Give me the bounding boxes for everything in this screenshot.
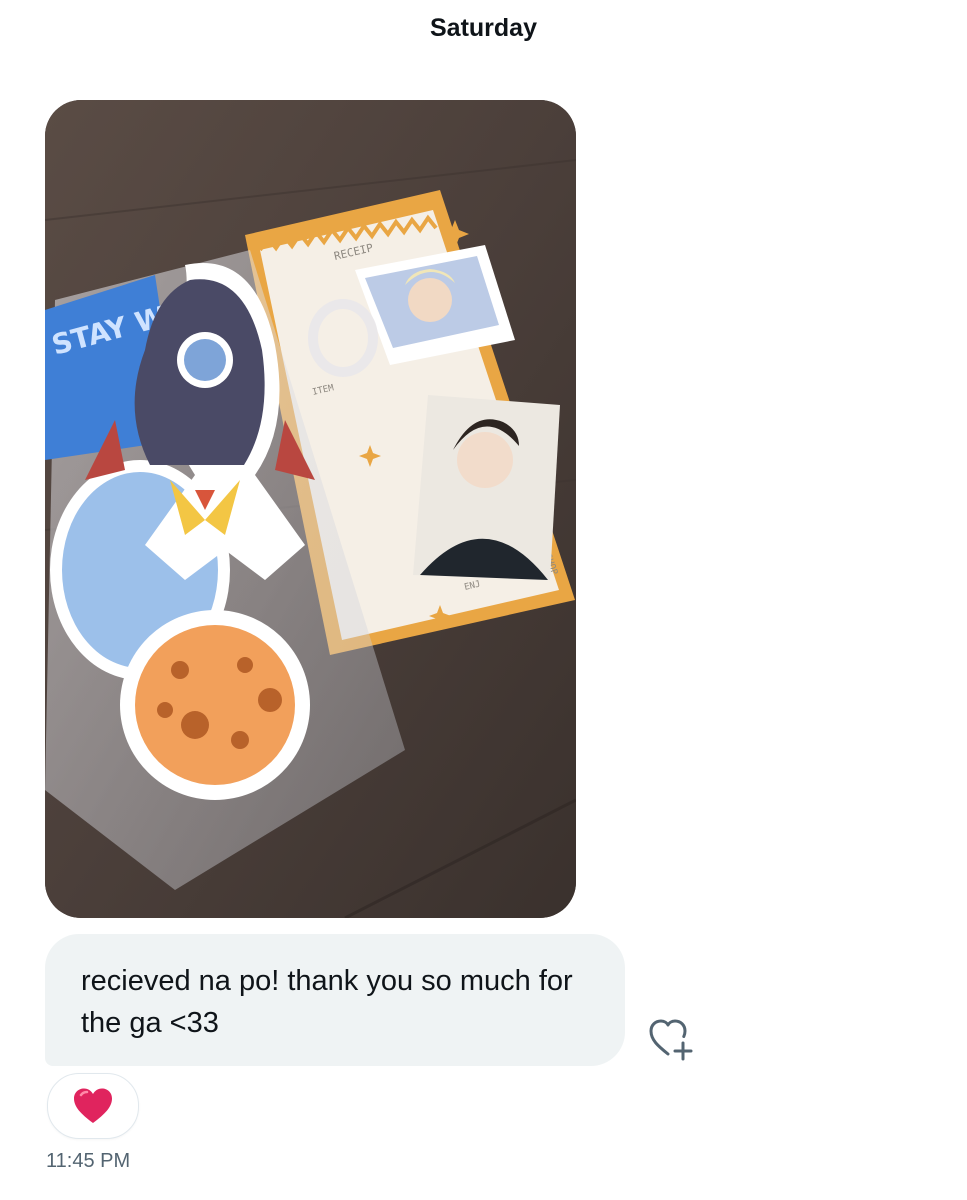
message-bubble[interactable]: recieved na po! thank you so much for th… [45,934,625,1066]
add-reaction-button[interactable] [648,1018,696,1062]
message-timestamp: 11:45 PM [46,1150,131,1172]
reaction-pill[interactable] [47,1073,139,1139]
red-heart-icon [74,1088,112,1123]
date-separator: Saturday [430,14,537,42]
message-text: recieved na po! thank you so much for th… [81,965,573,1039]
heart-plus-icon [649,1019,693,1061]
message-photo[interactable]: RECEIP ITEM ENJ SHOP STAY W [45,100,576,918]
